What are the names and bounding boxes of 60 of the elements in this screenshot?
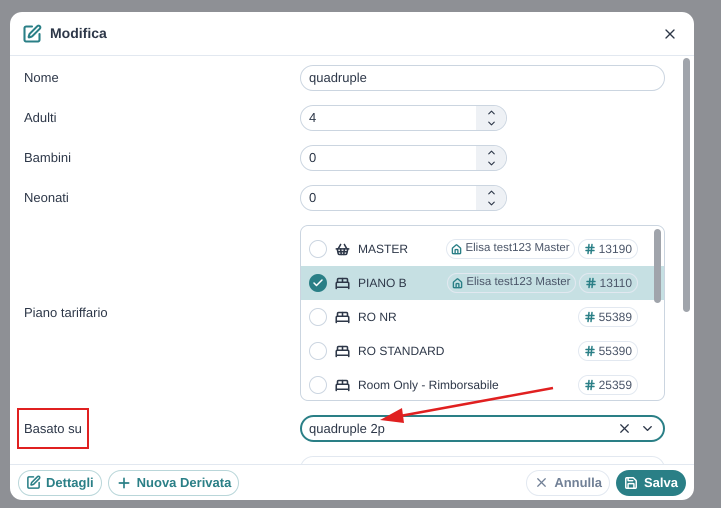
stepper-button[interactable]: [476, 146, 506, 170]
property-tag: Elisa test123 Master: [446, 239, 575, 259]
hash-icon: [584, 243, 596, 255]
scrollbar[interactable]: [654, 229, 661, 303]
plus-icon: [116, 474, 132, 490]
id-tag: 25359: [578, 375, 638, 395]
edit-icon: [26, 475, 41, 490]
edit-icon: [22, 24, 42, 44]
number-field[interactable]: 0: [300, 145, 507, 171]
field-label: Piano tariffario: [24, 304, 109, 322]
scrollbar[interactable]: [683, 58, 690, 312]
field-label: Basato su: [17, 408, 89, 450]
radio-checked-icon: [309, 274, 327, 292]
footer-button[interactable]: Dettagli: [18, 470, 102, 496]
bed-icon: [335, 378, 350, 392]
cancel-button[interactable]: Annulla: [526, 470, 610, 496]
field-label: Nome: [24, 69, 60, 88]
field-label: Neonati: [24, 189, 70, 208]
select-field[interactable]: quadruple 2p: [300, 415, 665, 442]
input-field[interactable]: quadruple: [300, 65, 665, 91]
hash-icon: [584, 379, 596, 391]
radio-icon: [309, 308, 327, 326]
radio-icon: [309, 240, 327, 258]
save-icon: [624, 476, 638, 490]
bed-icon: [335, 344, 350, 358]
stepper-button[interactable]: [476, 186, 506, 210]
dialog-title: Modifica: [50, 24, 107, 43]
rate-plan-item[interactable]: Room Only - Rimborsabile 25359: [301, 368, 664, 400]
field-label: Bambini: [24, 149, 72, 168]
house-icon: [451, 244, 462, 254]
rate-plan-item[interactable]: RO STANDARD 55390: [301, 334, 664, 368]
id-tag: 13110: [578, 273, 638, 293]
hash-icon: [584, 277, 597, 289]
radio-icon: [309, 342, 327, 360]
number-field[interactable]: 4: [300, 105, 507, 131]
plan-name: RO STANDARD: [358, 343, 444, 360]
number-field[interactable]: 0: [300, 185, 507, 211]
bed-icon: [335, 310, 350, 324]
clear-icon[interactable]: [617, 421, 632, 436]
save-button[interactable]: Salva: [616, 470, 686, 496]
basket-icon: [335, 242, 350, 256]
plan-name: PIANO B: [358, 275, 407, 292]
house-icon: [452, 278, 464, 288]
id-tag: 55390: [578, 341, 638, 361]
hash-icon: [584, 345, 596, 357]
stepper-button[interactable]: [476, 106, 506, 130]
property-tag: Elisa test123 Master: [447, 273, 576, 293]
plan-name: Room Only - Rimborsabile: [358, 377, 499, 394]
footer-button[interactable]: Nuova Derivata: [108, 470, 240, 496]
id-tag: 55389: [578, 307, 638, 327]
plan-name: RO NR: [358, 309, 397, 326]
id-tag: 13190: [578, 239, 638, 259]
rate-plan-item[interactable]: PIANO B Elisa test123 Master 13110: [301, 266, 664, 300]
hash-icon: [584, 311, 596, 323]
field-label: Adulti: [24, 109, 58, 128]
bed-icon: [335, 276, 350, 290]
rate-plan-item[interactable]: MASTER Elisa test123 Master 13190: [301, 232, 664, 266]
rate-plan-item[interactable]: RO NR 55389: [301, 300, 664, 334]
radio-icon: [309, 376, 327, 394]
plan-name: MASTER: [358, 241, 408, 258]
